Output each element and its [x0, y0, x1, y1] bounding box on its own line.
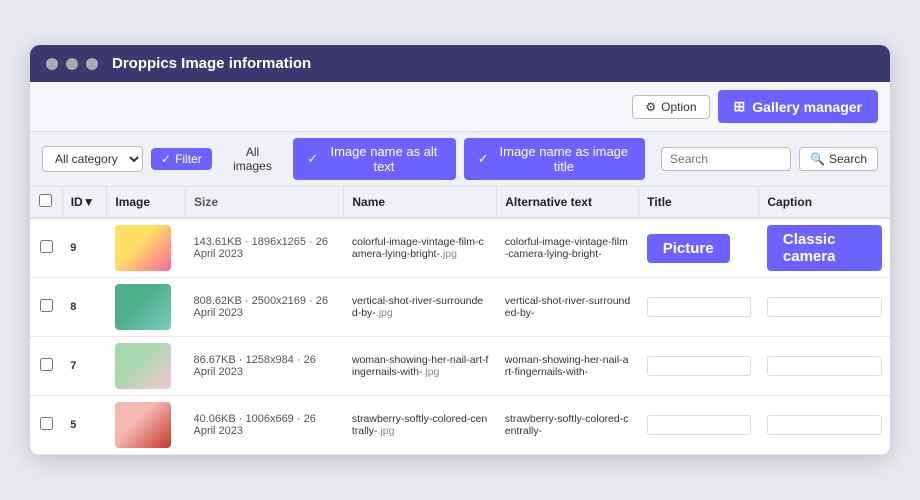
top-row: ⚙ Option ⊞ Gallery manager [30, 82, 890, 132]
checkmark-alt-icon: ✓ [307, 151, 318, 167]
filter-row: All category ✓ Filter All images ✓ Image… [30, 132, 890, 187]
cell-title [639, 337, 759, 396]
table-row: 8808.62KB · 2500x2169 · 26 April 2023ver… [30, 278, 890, 337]
cell-alt: strawberry-softly-colored-centrally- [497, 396, 639, 455]
header-caption: Caption [759, 187, 890, 218]
cell-size: 40.06KB · 1006x669 · 26 April 2023 [186, 396, 344, 455]
row-checkbox[interactable] [40, 240, 53, 253]
cell-caption [759, 278, 890, 337]
search-input[interactable] [661, 147, 791, 171]
main-window: Droppics Image information ⚙ Option ⊞ Ga… [30, 45, 890, 455]
table-header-row: ID▼ Image Size Name Alternative text Tit… [30, 187, 890, 218]
dot-3 [86, 58, 98, 70]
cell-name: vertical-shot-river-surrounded-by-.jpg [344, 278, 497, 337]
title-input[interactable] [647, 297, 751, 317]
cell-title [639, 278, 759, 337]
row-checkbox[interactable] [40, 299, 53, 312]
cell-id: 5 [62, 396, 107, 455]
title-input[interactable] [647, 415, 751, 435]
title-bar: Droppics Image information [30, 45, 890, 82]
header-image: Image [107, 187, 186, 218]
cell-id: 8 [62, 278, 107, 337]
row-checkbox[interactable] [40, 358, 53, 371]
search-icon: 🔍 [810, 152, 825, 166]
dot-2 [66, 58, 78, 70]
header-id[interactable]: ID▼ [62, 187, 107, 218]
cell-alt: woman-showing-her-nail-art-fingernails-w… [497, 337, 639, 396]
check-icon: ✓ [161, 152, 171, 166]
search-button[interactable]: 🔍 Search [799, 147, 878, 171]
cell-caption [759, 396, 890, 455]
header-title: Title [639, 187, 759, 218]
category-select[interactable]: All category [42, 146, 143, 172]
cell-image [107, 278, 186, 337]
image-table: ID▼ Image Size Name Alternative text Tit… [30, 187, 890, 455]
caption-input[interactable] [767, 297, 882, 317]
cell-name: colorful-image-vintage-film-camera-lying… [344, 218, 497, 278]
grid-icon: ⊞ [734, 98, 746, 115]
select-all-checkbox[interactable] [39, 194, 52, 207]
cell-id: 7 [62, 337, 107, 396]
alt-text-toggle[interactable]: ✓ Image name as alt text [293, 138, 456, 180]
app-title: Droppics Image information [112, 55, 311, 72]
title-input[interactable] [647, 356, 751, 376]
cell-id: 9 [62, 218, 107, 278]
cell-alt: colorful-image-vintage-film-camera-lying… [497, 218, 639, 278]
header-checkbox[interactable] [30, 187, 62, 218]
row-checkbox[interactable] [40, 417, 53, 430]
cell-image [107, 396, 186, 455]
header-alt: Alternative text [497, 187, 639, 218]
header-size: Size [186, 187, 344, 218]
table-row: 9143.61KB · 1896x1265 · 26 April 2023col… [30, 218, 890, 278]
cell-image [107, 218, 186, 278]
cell-caption [759, 337, 890, 396]
gallery-manager-button[interactable]: ⊞ Gallery manager [718, 90, 878, 123]
cell-title [639, 396, 759, 455]
cell-size: 143.61KB · 1896x1265 · 26 April 2023 [186, 218, 344, 278]
cell-title: Picture [639, 218, 759, 278]
table-row: 786.67KB · 1258x984 · 26 April 2023woman… [30, 337, 890, 396]
option-button[interactable]: ⚙ Option [632, 95, 709, 119]
image-table-container: ID▼ Image Size Name Alternative text Tit… [30, 187, 890, 455]
caption-input[interactable] [767, 415, 882, 435]
gear-icon: ⚙ [645, 100, 656, 114]
title-badge: Picture [647, 234, 730, 263]
filter-button[interactable]: ✓ Filter [151, 148, 212, 170]
dot-1 [46, 58, 58, 70]
cell-image [107, 337, 186, 396]
cell-name: woman-showing-her-nail-art-fingernails-w… [344, 337, 497, 396]
all-images-button[interactable]: All images [220, 141, 286, 177]
header-name: Name [344, 187, 497, 218]
cell-size: 808.62KB · 2500x2169 · 26 April 2023 [186, 278, 344, 337]
cell-size: 86.67KB · 1258x984 · 26 April 2023 [186, 337, 344, 396]
cell-name: strawberry-softly-colored-centrally-.jpg [344, 396, 497, 455]
checkmark-title-icon: ✓ [478, 151, 489, 167]
image-title-toggle[interactable]: ✓ Image name as image title [464, 138, 645, 180]
cell-alt: vertical-shot-river-surrounded-by- [497, 278, 639, 337]
caption-badge: Classic camera [767, 225, 882, 271]
cell-caption: Classic camera [759, 218, 890, 278]
caption-input[interactable] [767, 356, 882, 376]
table-row: 540.06KB · 1006x669 · 26 April 2023straw… [30, 396, 890, 455]
